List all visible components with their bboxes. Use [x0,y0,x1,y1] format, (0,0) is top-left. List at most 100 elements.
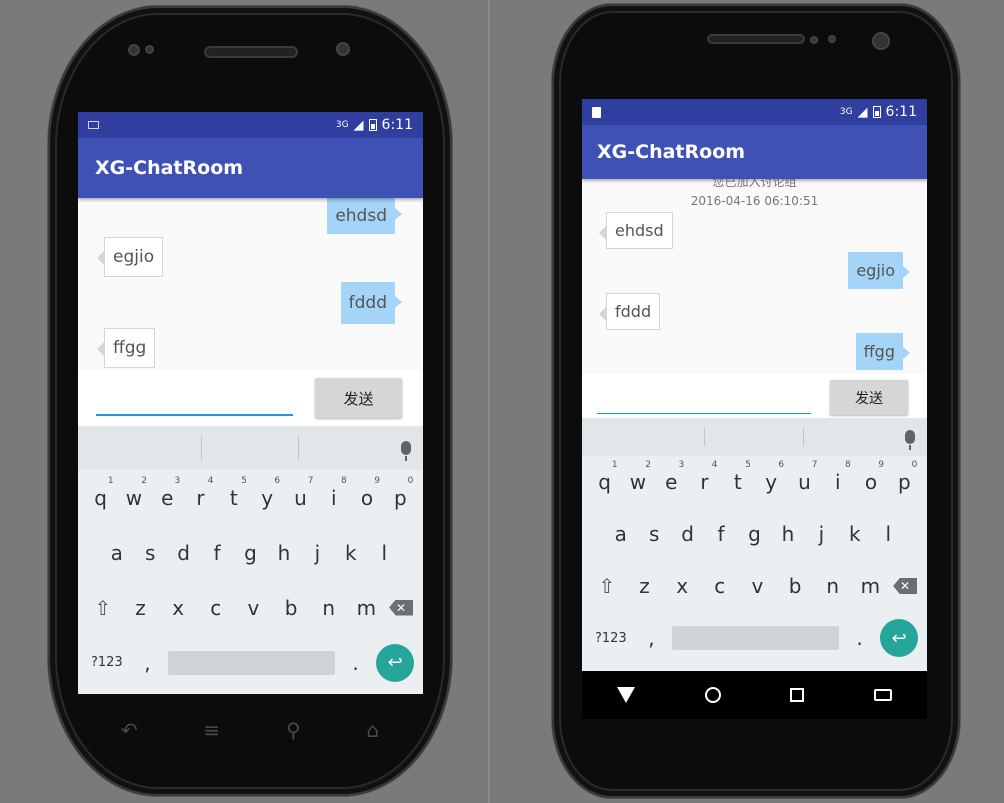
message-input[interactable] [96,410,293,416]
suggestion-divider [704,428,705,446]
key-s[interactable]: s [639,522,669,546]
app-bar: XG-ChatRoom [582,125,927,179]
key-n[interactable]: n [818,574,848,598]
app-title: XG-ChatRoom [95,157,244,179]
key-c[interactable]: c [201,596,231,620]
key-y[interactable]: 6y [252,476,282,510]
back-hw-icon[interactable]: ↶ [121,718,138,742]
key-v[interactable]: v [238,596,268,620]
message-bubble-sent: egjio [848,252,910,289]
key-g[interactable]: g [235,541,265,565]
back-icon[interactable] [616,687,635,703]
key-a[interactable]: a [102,541,132,565]
message-bubble-sent: fddd [340,282,403,324]
send-button[interactable]: 发送 [830,380,908,415]
screen: 3G ◢ 6:11 XG-ChatRoom ehdsd egjio fddd f… [78,112,423,694]
key-period[interactable]: . [341,651,371,675]
key-h[interactable]: h [773,522,803,546]
key-p[interactable]: 0p [385,476,415,510]
clock: 6:11 [885,104,917,120]
enter-icon[interactable]: ↩ [880,619,919,657]
key-d[interactable]: d [169,541,199,565]
key-e[interactable]: 3e [656,460,686,494]
key-s[interactable]: s [135,541,165,565]
key-o[interactable]: 9o [352,476,382,510]
enter-icon[interactable]: ↩ [376,643,415,682]
menu-hw-icon[interactable]: ≡ [203,718,220,742]
key-j[interactable]: j [806,522,836,546]
key-g[interactable]: g [739,522,769,546]
recents-icon[interactable] [790,688,805,702]
key-n[interactable]: n [314,596,344,620]
key-b[interactable]: b [276,596,306,620]
backspace-icon[interactable]: ✕ [893,578,918,594]
key-f[interactable]: f [202,541,232,565]
key-i[interactable]: 8i [319,476,349,510]
key-e[interactable]: 3e [152,476,182,510]
key-t[interactable]: 5t [723,460,753,494]
key-b[interactable]: b [780,574,810,598]
key-l[interactable]: l [369,541,399,565]
key-x[interactable]: x [163,596,193,620]
key-u[interactable]: 7u [285,476,315,510]
key-k[interactable]: k [840,522,870,546]
key-u[interactable]: 7u [789,460,819,494]
key-z[interactable]: z [629,574,659,598]
home-hw-icon[interactable]: ⌂ [366,718,379,742]
compose-row: 发送 [582,374,927,418]
key-w[interactable]: 2w [119,476,149,510]
key-t[interactable]: 5t [219,476,249,510]
key-y[interactable]: 6y [756,460,786,494]
home-icon[interactable] [704,687,721,703]
key-k[interactable]: k [336,541,366,565]
shift-icon[interactable]: ⇧ [592,574,622,598]
key-w[interactable]: 2w [623,460,653,494]
message-input[interactable] [597,410,811,414]
key-comma[interactable]: , [132,651,162,675]
key-j[interactable]: j [302,541,332,565]
message-list[interactable]: ehdsd egjio fddd ffgg [78,194,423,370]
key-m[interactable]: m [855,574,885,598]
key-r[interactable]: 4r [186,476,216,510]
symbols-key[interactable]: ?123 [591,631,631,646]
key-a[interactable]: a [606,522,636,546]
app-bar: XG-ChatRoom [78,138,423,198]
key-q[interactable]: 1q [590,460,620,494]
key-h[interactable]: h [269,541,299,565]
key-l[interactable]: l [873,522,903,546]
key-m[interactable]: m [351,596,381,620]
key-i[interactable]: 8i [823,460,853,494]
keyboard-switch-icon[interactable] [874,689,893,701]
key-row-1: 1q 2w 3e 4r 5t 6y 7u 8i 9o 0p [582,456,927,508]
message-list[interactable]: 您已加入讨论组 2016-04-16 06:10:51 ehdsd egjio … [582,175,927,374]
key-o[interactable]: 9o [856,460,886,494]
key-x[interactable]: x [667,574,697,598]
symbols-key[interactable]: ?123 [87,655,127,670]
key-q[interactable]: 1q [86,476,116,510]
send-button[interactable]: 发送 [315,378,402,418]
key-row-3: ⇧ z x c v b n m ✕ [582,560,927,612]
key-d[interactable]: d [673,522,703,546]
key-z[interactable]: z [125,596,155,620]
key-comma[interactable]: , [636,626,666,650]
backspace-icon[interactable]: ✕ [389,599,414,616]
suggestion-divider [803,428,804,446]
key-period[interactable]: . [845,626,875,650]
key-p[interactable]: 0p [889,460,919,494]
message-bubble-received: fddd [598,293,661,330]
key-f[interactable]: f [706,522,736,546]
microphone-icon[interactable] [905,430,915,450]
search-hw-icon[interactable]: ⚲ [286,718,301,742]
spacebar[interactable] [671,626,839,650]
suggestion-divider [201,436,202,460]
key-v[interactable]: v [742,574,772,598]
battery-icon [872,106,881,118]
microphone-icon[interactable] [401,441,411,461]
message-bubble-received: egjio [96,237,164,277]
network-label: 3G [335,120,349,130]
spacebar[interactable] [167,650,335,675]
shift-icon[interactable]: ⇧ [88,596,118,620]
key-r[interactable]: 4r [690,460,720,494]
key-c[interactable]: c [705,574,735,598]
message-bubble-received: ehdsd [599,212,673,249]
